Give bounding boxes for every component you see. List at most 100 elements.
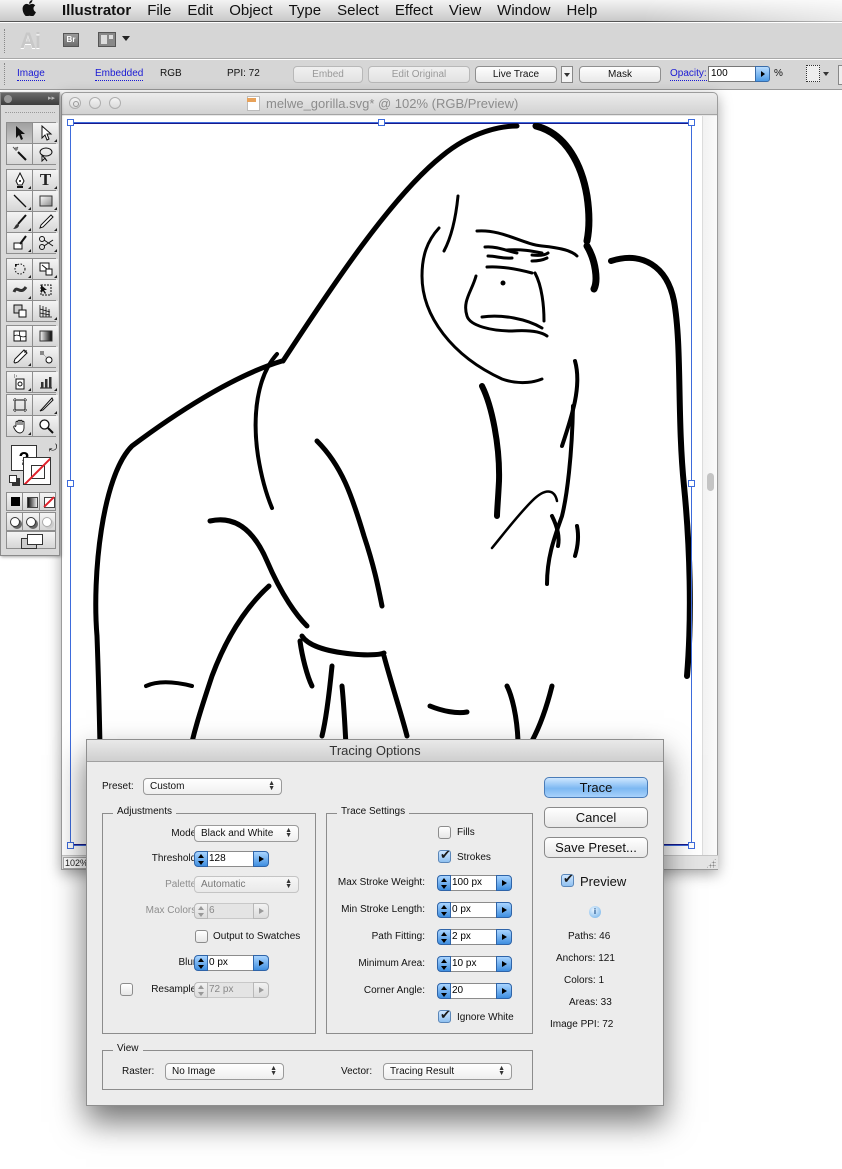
live-trace-button[interactable]: Live Trace [475,66,557,83]
menu-help[interactable]: Help [559,2,606,19]
stepper-arrows-icon[interactable] [437,875,451,891]
document-titlebar[interactable]: melwe_gorilla.svg* @ 102% (RGB/Preview) [62,93,717,115]
fills-checkbox[interactable] [438,826,451,839]
menu-app-illustrator[interactable]: Illustrator [54,2,139,19]
draw-normal-button[interactable] [7,513,23,530]
min-stroke-length-input[interactable]: 0 px [451,902,497,918]
resample-checkbox[interactable] [120,983,133,996]
path-fitting-slider-button[interactable] [496,929,512,945]
shape-builder-tool[interactable] [7,301,32,321]
pencil-tool[interactable] [33,212,58,232]
min-stroke-length-stepper[interactable]: 0 px [437,902,514,918]
change-screen-mode-button[interactable] [6,531,56,549]
artboard-tool[interactable] [7,395,32,415]
window-resize-grip[interactable] [706,858,716,868]
preview-checkbox[interactable] [561,871,574,887]
scrollbar-thumb[interactable] [707,473,714,491]
mask-button[interactable]: Mask [579,66,661,83]
max-colors-input[interactable]: 6 [208,903,254,919]
vertical-scrollbar[interactable] [702,116,717,856]
menu-type[interactable]: Type [281,2,330,19]
close-panel-button[interactable] [4,95,12,103]
mode-select[interactable]: Black and White ▲ ▼ [194,825,299,842]
stroke-swatch-none[interactable] [23,457,51,485]
type-tool[interactable]: T [33,170,58,190]
apple-menu-icon[interactable] [18,0,40,21]
controlbar-grip[interactable] [4,63,6,85]
stepper-arrows-icon[interactable] [194,955,208,971]
raster-select[interactable]: No Image ▲ ▼ [165,1063,284,1080]
save-preset-button[interactable]: Save Preset... [544,837,648,858]
stepper-arrows-icon[interactable] [437,902,451,918]
gradient-tool[interactable] [33,326,58,346]
free-transform-tool[interactable] [33,280,58,300]
menu-view[interactable]: View [441,2,489,19]
strokes-checkbox[interactable] [438,847,451,863]
lasso-tool[interactable] [33,144,58,164]
perspective-grid-tool[interactable] [33,301,58,321]
max-stroke-weight-stepper[interactable]: 100 px [437,875,514,891]
draw-behind-button[interactable] [23,513,39,530]
reference-point-icon[interactable] [806,65,820,82]
symbol-sprayer-tool[interactable] [7,372,32,392]
embedded-link[interactable]: Embedded [95,68,144,81]
trace-button[interactable]: Trace [544,777,648,798]
eyedropper-tool[interactable] [7,347,32,367]
blob-brush-tool[interactable] [7,233,32,253]
minimum-area-slider-button[interactable] [496,956,512,972]
minimum-area-stepper[interactable]: 10 px [437,956,514,972]
blur-slider-button[interactable] [253,955,269,971]
vector-select[interactable]: Tracing Result ▲ ▼ [383,1063,512,1080]
line-segment-tool[interactable] [7,191,32,211]
paintbrush-tool[interactable] [7,212,32,232]
resize-handle-top[interactable] [378,119,385,126]
corner-angle-slider-button[interactable] [496,983,512,999]
magic-wand-tool[interactable] [7,144,32,164]
opacity-slider-button[interactable] [755,66,770,82]
stepper-arrows-icon[interactable] [194,903,208,919]
opacity-link[interactable]: Opacity: [670,68,707,81]
threshold-input[interactable]: 128 [208,851,254,867]
stepper-arrows-icon[interactable] [194,982,208,998]
chevron-down-icon[interactable] [823,72,829,76]
blend-tool[interactable] [33,347,58,367]
path-fitting-input[interactable]: 2 px [451,929,497,945]
zoom-tool[interactable] [33,416,58,436]
none-button[interactable] [39,493,55,510]
rectangle-tool[interactable] [33,191,58,211]
color-button[interactable] [7,493,23,510]
edit-original-button[interactable]: Edit Original [368,66,470,83]
default-fill-stroke-icon[interactable] [9,475,20,486]
max-colors-slider-button[interactable] [253,903,269,919]
image-link[interactable]: Image [17,68,45,81]
scissors-tool[interactable] [33,233,58,253]
selection-tool[interactable] [7,123,32,143]
menu-object[interactable]: Object [221,2,280,19]
close-window-button[interactable] [69,97,81,109]
preset-select[interactable]: Custom ▲ ▼ [143,778,282,795]
collapse-panel-icon[interactable]: ▸▸ [48,94,55,102]
swap-fill-stroke-icon[interactable]: ⤾ [49,443,57,454]
rotate-tool[interactable] [7,259,32,279]
slice-tool[interactable] [33,395,58,415]
min-stroke-length-slider-button[interactable] [496,902,512,918]
menu-edit[interactable]: Edit [179,2,221,19]
scale-tool[interactable] [33,259,58,279]
pen-tool[interactable] [7,170,32,190]
minimize-window-button[interactable] [89,97,101,109]
resize-handle-top-left[interactable] [67,119,74,126]
max-colors-stepper[interactable]: 6 [194,903,271,919]
blur-input[interactable]: 0 px [208,955,254,971]
column-graph-tool[interactable] [33,372,58,392]
corner-angle-stepper[interactable]: 20 [437,983,514,999]
path-fitting-stepper[interactable]: 2 px [437,929,514,945]
resize-handle-left[interactable] [67,480,74,487]
control-bar-overflow[interactable] [838,65,842,85]
arrange-documents-button[interactable] [98,32,130,48]
palette-select[interactable]: Automatic ▲ ▼ [194,876,299,893]
resample-stepper[interactable]: 72 px [194,982,271,998]
stepper-arrows-icon[interactable] [194,851,208,867]
hand-tool[interactable] [7,416,32,436]
zoom-window-button[interactable] [109,97,121,109]
threshold-stepper[interactable]: 128 [194,851,271,867]
